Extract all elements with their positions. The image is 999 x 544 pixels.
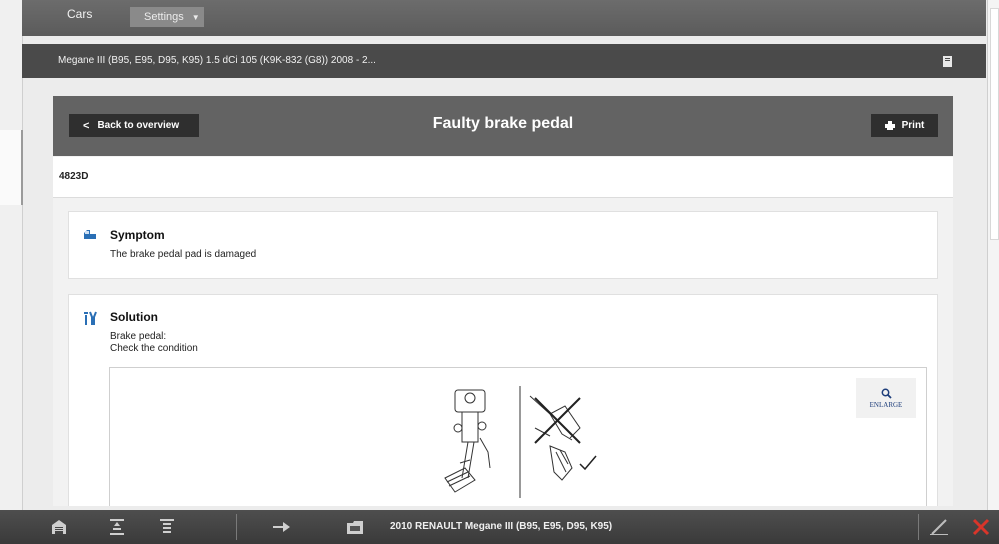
top-navigation: Cars Settings ▼	[22, 0, 986, 36]
fault-code: 4823D	[59, 171, 89, 182]
vehicle-title[interactable]: Megane III (B95, E95, D95, K95) 1.5 dCi …	[58, 55, 376, 66]
vehicle-bar: Megane III (B95, E95, D95, K95) 1.5 dCi …	[22, 44, 986, 78]
enlarge-label: ENLARGE	[869, 400, 903, 409]
page-title: Faulty brake pedal	[432, 115, 574, 132]
solution-card: Solution Brake pedal: Check the conditio…	[68, 294, 938, 506]
print-button[interactable]: Print	[871, 114, 938, 137]
garage-button[interactable]	[48, 516, 70, 538]
enlarge-button[interactable]: ENLARGE	[856, 378, 916, 418]
symptom-text: The brake pedal pad is damaged	[110, 249, 257, 260]
tools-icon	[84, 311, 97, 325]
solution-line-2: Check the condition	[110, 343, 198, 354]
symptom-title: Symptom	[110, 228, 165, 242]
close-icon	[972, 518, 990, 536]
edit-button[interactable]	[928, 516, 950, 538]
left-edge-tab	[0, 130, 23, 205]
symptom-card: Symptom The brake pedal pad is damaged	[68, 211, 938, 279]
magnifier-icon	[881, 388, 892, 399]
adjustment-button[interactable]	[106, 516, 128, 538]
car-icon	[84, 230, 96, 239]
nav-settings-dropdown[interactable]: Settings ▼	[130, 7, 204, 27]
close-button[interactable]	[968, 516, 994, 538]
print-button-label: Print	[901, 120, 925, 131]
page-header: < Back to overview Faulty brake pedal Pr…	[53, 96, 953, 156]
chevron-down-icon: ▼	[191, 12, 200, 22]
list-icon	[160, 519, 174, 533]
list-button[interactable]	[156, 516, 178, 538]
arrow-right-icon	[273, 522, 290, 532]
vehicle-info-button[interactable]	[932, 52, 962, 70]
print-icon	[884, 121, 895, 130]
code-row: 4823D	[53, 157, 953, 198]
folder-button[interactable]	[344, 516, 366, 538]
bottom-vehicle-label: 2010 RENAULT Megane III (B95, E95, D95, …	[390, 521, 613, 532]
scrollbar-thumb[interactable]	[990, 8, 999, 240]
pencil-icon	[930, 519, 948, 535]
garage-icon	[52, 520, 66, 534]
nav-cars[interactable]: Cars	[67, 7, 92, 21]
content-page: < Back to overview Faulty brake pedal Pr…	[53, 96, 953, 506]
solution-title: Solution	[110, 310, 158, 324]
bottom-toolbar: 2010 RENAULT Megane III (B95, E95, D95, …	[0, 510, 999, 544]
brake-pedal-illustration: ENLARGE	[109, 367, 927, 506]
document-icon	[942, 55, 952, 67]
share-button[interactable]	[270, 516, 294, 538]
solution-line-1: Brake pedal:	[110, 331, 167, 342]
nav-settings-label: Settings	[144, 11, 184, 23]
adjustment-icon	[110, 519, 124, 535]
toolbar-separator	[236, 514, 237, 540]
brake-pedal-drawing	[444, 386, 597, 498]
toolbar-separator-right	[918, 514, 919, 540]
folder-icon	[347, 520, 363, 534]
